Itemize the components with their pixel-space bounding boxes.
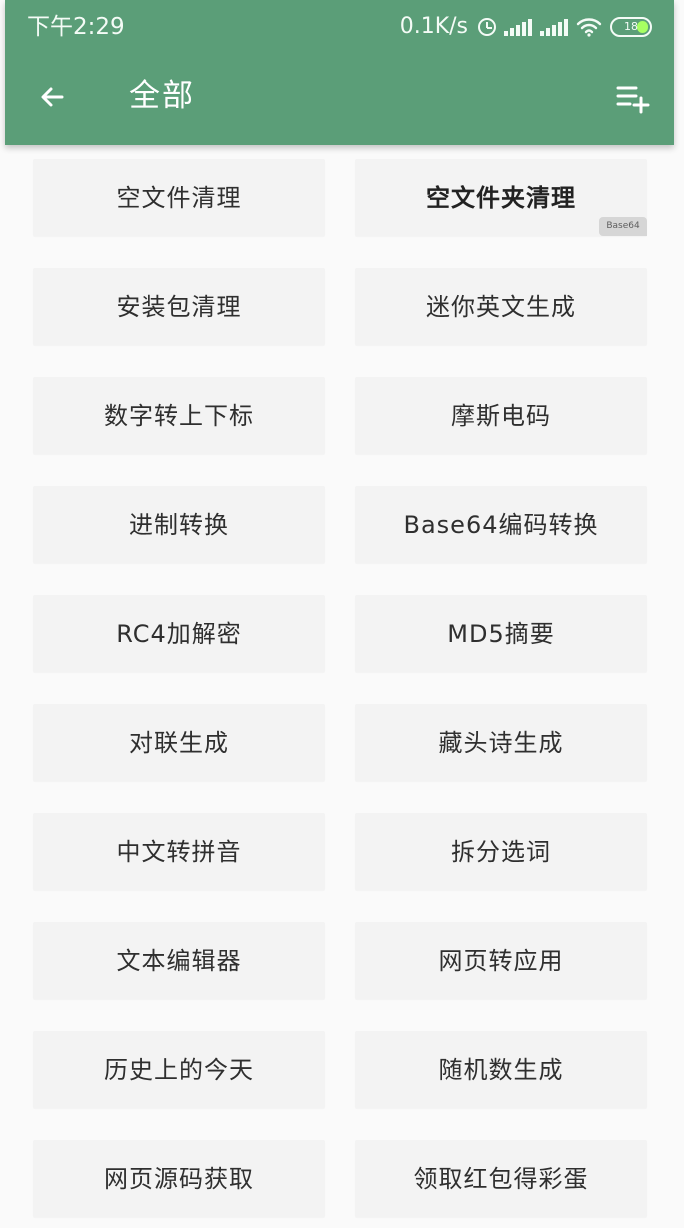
tool-card[interactable]: 空文件清理: [33, 159, 325, 236]
tool-card[interactable]: 文本编辑器: [33, 922, 325, 999]
tool-card[interactable]: 空文件夹清理 Base64: [355, 159, 647, 236]
tool-card[interactable]: 领取红包得彩蛋: [355, 1140, 647, 1217]
tool-card[interactable]: 网页转应用: [355, 922, 647, 999]
tool-label: 数字转上下标: [104, 401, 254, 430]
tool-label: 摩斯电码: [451, 401, 551, 430]
back-arrow-icon[interactable]: [33, 77, 73, 117]
signal-icon: [540, 18, 568, 36]
tool-label: 空文件夹清理: [426, 183, 576, 212]
tool-label: 中文转拼音: [116, 837, 242, 866]
tool-label: 进制转换: [129, 510, 229, 539]
tool-card[interactable]: 迷你英文生成: [355, 268, 647, 345]
tool-label: 安装包清理: [116, 292, 242, 321]
tool-label: 网页转应用: [438, 946, 564, 975]
app-bar: 下午2:29 0.1K/s 18 全部: [5, 0, 674, 145]
tool-card[interactable]: 摩斯电码: [355, 377, 647, 454]
tool-card[interactable]: 拆分选词: [355, 813, 647, 890]
tool-label: 空文件清理: [116, 183, 242, 212]
tool-card[interactable]: Base64编码转换: [355, 486, 647, 563]
status-time: 下午2:29: [27, 14, 125, 40]
status-indicators: 0.1K/s 18: [400, 12, 652, 42]
tool-label: 藏头诗生成: [438, 728, 564, 757]
tool-card[interactable]: 对联生成: [33, 704, 325, 781]
tool-label: 网页源码获取: [104, 1164, 254, 1193]
page-title: 全部: [129, 78, 195, 114]
battery-level: 18: [624, 20, 638, 33]
tool-card[interactable]: 中文转拼音: [33, 813, 325, 890]
wifi-icon: [576, 18, 602, 37]
tool-label: RC4加解密: [116, 619, 242, 648]
battery-icon: 18: [610, 17, 652, 37]
tool-card[interactable]: 随机数生成: [355, 1031, 647, 1108]
tool-label: 随机数生成: [438, 1055, 564, 1084]
tool-card[interactable]: 数字转上下标: [33, 377, 325, 454]
tool-card[interactable]: MD5摘要: [355, 595, 647, 672]
tool-label: 拆分选词: [451, 837, 551, 866]
tool-label: 对联生成: [129, 728, 229, 757]
tool-label: 领取红包得彩蛋: [413, 1164, 589, 1193]
status-bar: 下午2:29 0.1K/s 18: [5, 0, 674, 52]
tool-label: 迷你英文生成: [426, 292, 576, 321]
tool-card[interactable]: 网页源码获取: [33, 1140, 325, 1217]
playlist-add-icon[interactable]: [612, 78, 652, 118]
tool-grid: 空文件清理 空文件夹清理 Base64 安装包清理 迷你英文生成 数字转上下标 …: [33, 159, 647, 1217]
toolbar: 全部: [5, 52, 674, 145]
tool-label: MD5摘要: [447, 619, 555, 648]
tool-card[interactable]: RC4加解密: [33, 595, 325, 672]
tool-card[interactable]: 进制转换: [33, 486, 325, 563]
tool-card[interactable]: 藏头诗生成: [355, 704, 647, 781]
tool-label: Base64编码转换: [403, 510, 599, 539]
tool-card[interactable]: 历史上的今天: [33, 1031, 325, 1108]
tool-label: 历史上的今天: [104, 1055, 254, 1084]
signal-icon: [504, 18, 532, 36]
tool-label: 文本编辑器: [116, 946, 242, 975]
network-speed: 0.1K/s: [399, 14, 468, 39]
tool-card[interactable]: 安装包清理: [33, 268, 325, 345]
base64-badge: Base64: [599, 217, 647, 236]
alarm-icon: [478, 18, 496, 36]
